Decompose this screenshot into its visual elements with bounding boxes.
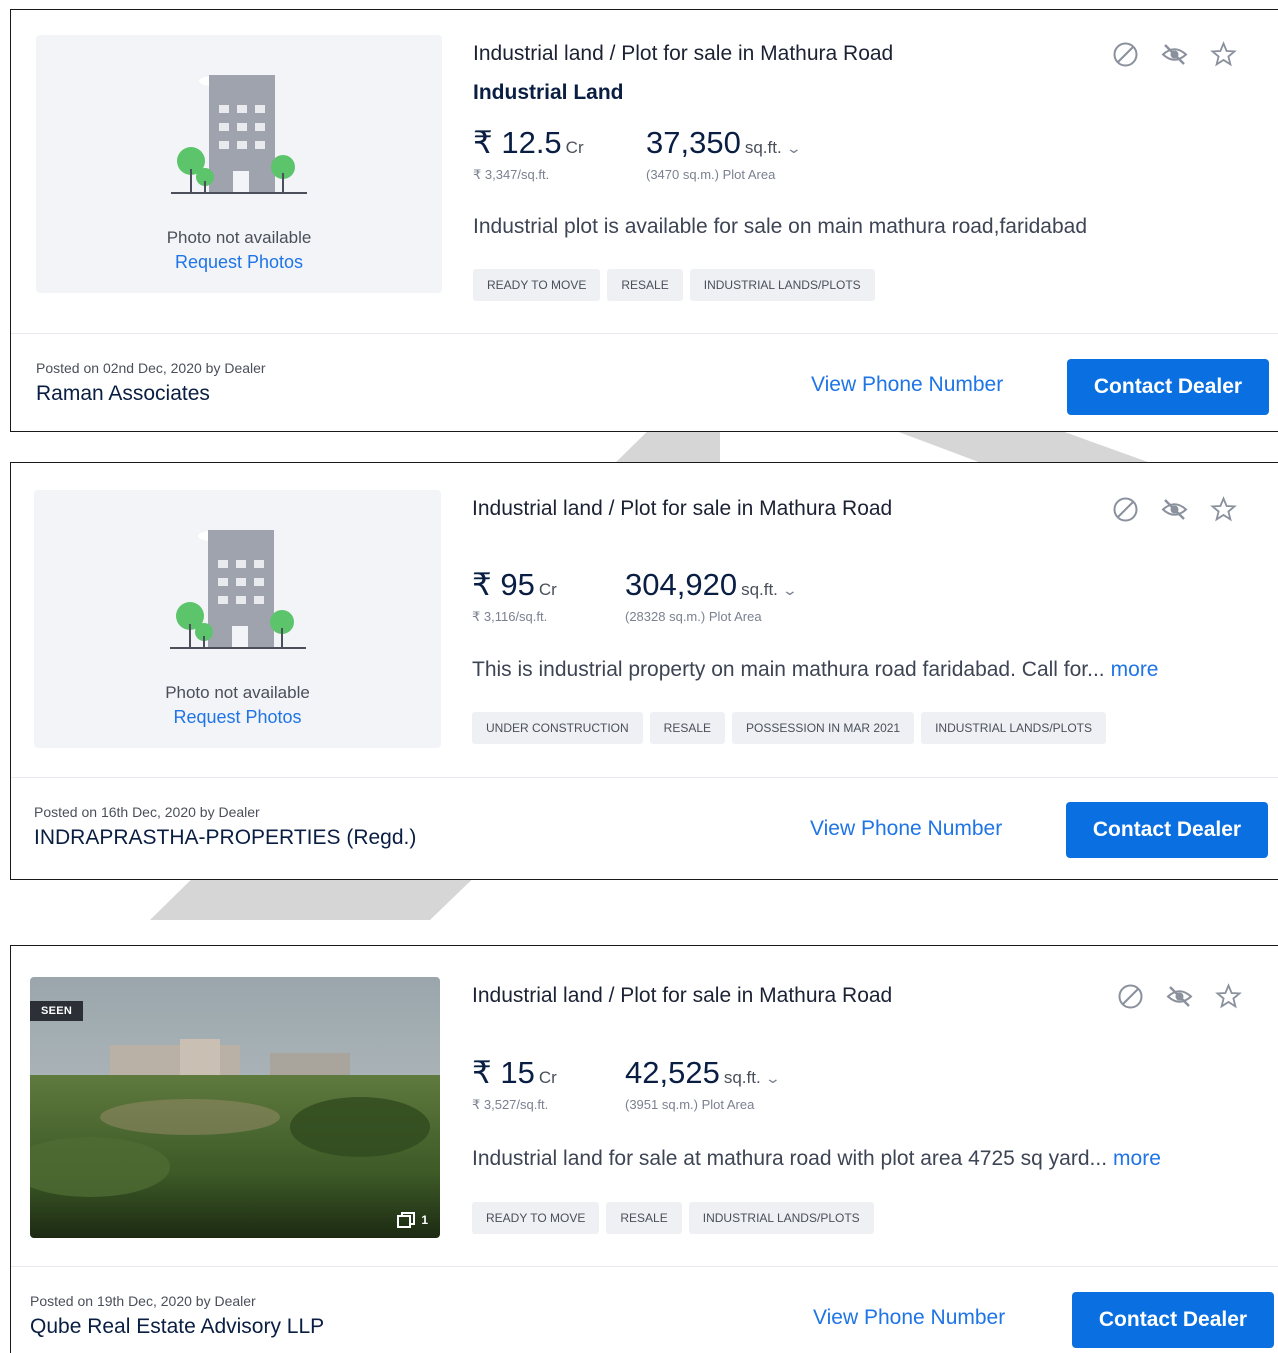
dealer-name[interactable]: Qube Real Estate Advisory LLP [30,1315,324,1339]
price-per-sqft: ₹ 3,347/sq.ft. [473,167,550,182]
tag: INDUSTRIAL LANDS/PLOTS [688,1202,874,1234]
price-block: ₹ 15 Cr ₹ 3,527/sq.ft. [472,1055,557,1113]
block-icon[interactable] [1112,496,1139,523]
photo-unavailable-text: Photo not available [166,228,312,247]
area-unit: sq.ft. [741,580,778,599]
area-block[interactable]: 304,920 sq.ft. ⌄ (28328 sq.m.) Plot Area [625,567,798,624]
price-block: ₹ 95 Cr ₹ 3,116/sq.ft. [472,567,557,625]
shortlist-star-icon[interactable] [1215,983,1242,1010]
dealer-name[interactable]: Raman Associates [36,382,210,406]
chevron-down-icon[interactable]: ⌄ [764,1070,780,1087]
contact-dealer-button[interactable]: Contact Dealer [1072,1292,1274,1348]
seen-badge: SEEN [30,1001,84,1021]
land-photo [30,977,440,1238]
area-value: 42,525 [625,1055,720,1090]
block-icon[interactable] [1117,983,1144,1010]
posted-info: Posted on 19th Dec, 2020 by Dealer [30,1293,256,1309]
listing-footer: Posted on 02nd Dec, 2020 by Dealer Raman… [11,333,1278,431]
hide-icon[interactable] [1161,41,1188,68]
description-text: This is industrial property on main math… [472,658,1105,681]
listing-title[interactable]: Industrial land / Plot for sale in Mathu… [472,497,892,521]
tag: POSSESSION IN MAR 2021 [732,712,915,744]
chevron-down-icon[interactable]: ⌄ [785,140,801,157]
listing-description: Industrial land for sale at mathura road… [472,1147,1161,1171]
listing-card: Photo not available Request Photos Indus… [10,462,1278,880]
photo-count-value: 1 [421,1213,428,1227]
listing-details: Photo not available Request Photos Indus… [11,463,1278,778]
listing-title[interactable]: Industrial land / Plot for sale in Mathu… [473,42,893,66]
contact-dealer-button[interactable]: Contact Dealer [1066,802,1268,858]
description-text: Industrial plot is available for sale on… [473,215,1088,238]
listing-details: Photo not available Request Photos Indus… [11,10,1278,334]
gallery-icon [397,1212,416,1228]
listing-details: SEEN 1 Industrial land / Plot for sale i… [11,946,1278,1267]
photo-count[interactable]: 1 [397,1212,428,1228]
price-value: ₹ 95 [472,567,535,602]
tag: INDUSTRIAL LANDS/PLOTS [921,712,1107,744]
area-value: 37,350 [646,125,741,160]
area-unit: sq.ft. [723,1068,761,1087]
photo-unavailable-text: Photo not available [165,683,310,702]
area-detail: (28328 sq.m.) Plot Area [625,609,762,624]
tag-list: UNDER CONSTRUCTION RESALE POSSESSION IN … [472,712,1107,744]
listing-footer: Posted on 16th Dec, 2020 by Dealer INDRA… [11,777,1278,879]
listing-description: Industrial plot is available for sale on… [473,215,1087,239]
hide-icon[interactable] [1161,496,1188,523]
contact-dealer-button[interactable]: Contact Dealer [1067,359,1269,415]
area-unit: sq.ft. [744,138,782,157]
tag: UNDER CONSTRUCTION [472,712,643,744]
area-block[interactable]: 37,350 sq.ft. ⌄ (3470 sq.m.) Plot Area [646,125,802,182]
price-per-sqft: ₹ 3,116/sq.ft. [472,609,548,624]
request-photos-link[interactable]: Request Photos [34,707,441,728]
more-link[interactable]: more [1111,658,1159,681]
price-value: ₹ 15 [472,1055,535,1090]
building-icon [171,75,307,194]
listing-card: Photo not available Request Photos Indus… [10,9,1278,432]
hide-icon[interactable] [1166,983,1193,1010]
description-text: Industrial land for sale at mathura road… [472,1147,1108,1170]
tag: READY TO MOVE [472,1202,600,1234]
price-unit: Cr [538,1068,557,1087]
tag: RESALE [606,1202,682,1234]
view-phone-number-link[interactable]: View Phone Number [810,817,1002,841]
dealer-name[interactable]: INDRAPRASTHA-PROPERTIES (Regd.) [34,826,416,850]
price-unit: Cr [565,138,584,157]
tag: RESALE [649,712,726,744]
view-phone-number-link[interactable]: View Phone Number [813,1306,1005,1330]
listing-actions [1117,983,1242,1010]
photo-placeholder: Photo not available Request Photos [34,490,441,748]
tag-list: READY TO MOVE RESALE INDUSTRIAL LANDS/PL… [473,269,875,301]
tag: READY TO MOVE [473,269,601,301]
price-unit: Cr [538,580,557,599]
listing-actions [1112,41,1237,68]
price-value: ₹ 12.5 [473,125,562,160]
tag-list: READY TO MOVE RESALE INDUSTRIAL LANDS/PL… [472,1202,874,1234]
chevron-down-icon[interactable]: ⌄ [782,582,798,599]
area-detail: (3951 sq.m.) Plot Area [625,1097,755,1112]
building-icon [169,530,306,649]
tag: INDUSTRIAL LANDS/PLOTS [689,269,875,301]
block-icon[interactable] [1112,41,1139,68]
area-value: 304,920 [625,567,738,602]
area-detail: (3470 sq.m.) Plot Area [646,167,776,182]
posted-info: Posted on 16th Dec, 2020 by Dealer [34,804,260,820]
photo-placeholder: Photo not available Request Photos [36,35,442,293]
listing-actions [1112,496,1237,523]
more-link[interactable]: more [1113,1147,1161,1170]
price-block: ₹ 12.5 Cr ₹ 3,347/sq.ft. [473,125,584,183]
shortlist-star-icon[interactable] [1210,41,1237,68]
price-per-sqft: ₹ 3,527/sq.ft. [472,1097,549,1112]
posted-info: Posted on 02nd Dec, 2020 by Dealer [36,360,266,376]
listing-description: This is industrial property on main math… [472,658,1159,682]
property-photo[interactable]: SEEN 1 [30,977,440,1238]
listing-footer: Posted on 19th Dec, 2020 by Dealer Qube … [11,1266,1278,1353]
view-phone-number-link[interactable]: View Phone Number [811,373,1003,397]
listing-title[interactable]: Industrial land / Plot for sale in Mathu… [472,984,892,1008]
listing-subtitle: Industrial Land [473,81,624,104]
listing-card: SEEN 1 Industrial land / Plot for sale i… [10,945,1278,1353]
shortlist-star-icon[interactable] [1210,496,1237,523]
tag: RESALE [607,269,683,301]
request-photos-link[interactable]: Request Photos [36,252,442,273]
area-block[interactable]: 42,525 sq.ft. ⌄ (3951 sq.m.) Plot Area [625,1055,781,1112]
